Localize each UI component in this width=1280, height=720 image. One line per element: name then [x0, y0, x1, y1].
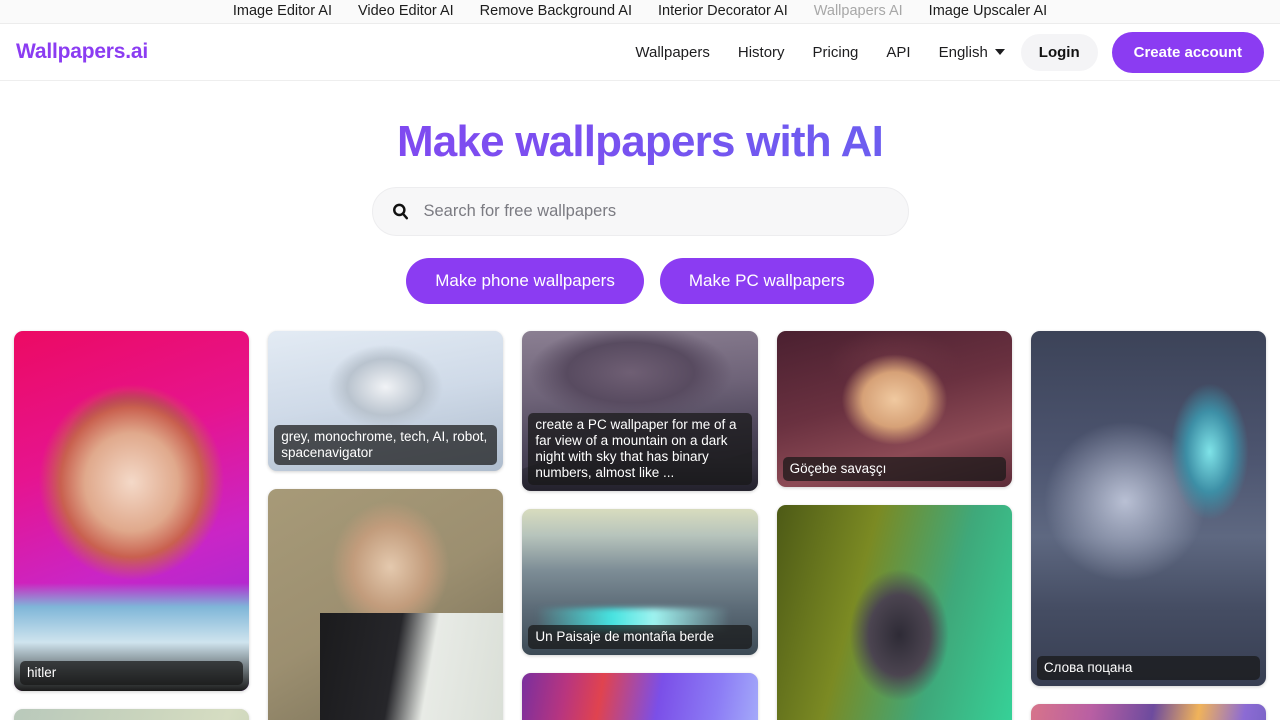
- search-bar[interactable]: [371, 186, 909, 236]
- cta-button-row: Make phone wallpapers Make PC wallpapers: [0, 257, 1280, 304]
- product-link-5[interactable]: Image Upscaler AI: [929, 4, 1047, 19]
- product-link-1[interactable]: Video Editor AI: [358, 4, 454, 19]
- wallpaper-caption: create a PC wallpaper for me of a far vi…: [528, 412, 752, 485]
- wallpaper-caption: Un Paisaje de montaña berde: [528, 624, 752, 649]
- language-selector[interactable]: English: [925, 44, 1017, 61]
- nav-item-api[interactable]: API: [872, 44, 924, 61]
- wallpaper-image: [14, 330, 250, 691]
- gallery-column-0: hitler: [14, 330, 250, 720]
- wallpaper-caption: Göçebe savaşçı: [782, 456, 1006, 481]
- search-input[interactable]: [423, 201, 890, 221]
- wallpaper-image: [1030, 330, 1267, 686]
- search-icon: [391, 202, 410, 221]
- site-header: Wallpapers.ai Wallpapers History Pricing…: [0, 24, 1280, 81]
- product-link-4[interactable]: Wallpapers AI: [814, 4, 903, 19]
- wallpaper-card[interactable]: hitler: [14, 330, 250, 691]
- wallpaper-caption: Слова поцана: [1036, 655, 1261, 680]
- wallpaper-card[interactable]: Göçebe savaşçı: [776, 330, 1012, 487]
- site-logo[interactable]: Wallpapers.ai: [16, 40, 148, 64]
- wallpaper-image: [776, 504, 1012, 720]
- gallery-column-1: grey, monochrome, tech, AI, robot, space…: [268, 330, 504, 720]
- gallery-column-2: create a PC wallpaper for me of a far vi…: [522, 330, 758, 720]
- wallpaper-image: [522, 672, 758, 720]
- nav-item-history[interactable]: History: [724, 44, 799, 61]
- wallpaper-image: [14, 708, 250, 720]
- wallpaper-card[interactable]: [1030, 703, 1267, 720]
- wallpaper-gallery: hitler grey, monochrome, tech, AI, robot,…: [0, 330, 1280, 720]
- product-link-0[interactable]: Image Editor AI: [233, 4, 332, 19]
- create-account-button[interactable]: Create account: [1111, 31, 1264, 73]
- wallpaper-image: [1030, 703, 1267, 720]
- wallpaper-card[interactable]: [268, 488, 504, 720]
- nav-item-pricing[interactable]: Pricing: [799, 44, 873, 61]
- gallery-column-4: Слова поцана: [1030, 330, 1267, 720]
- wallpaper-caption: hitler: [20, 660, 244, 685]
- wallpaper-card[interactable]: grey, monochrome, tech, AI, robot, space…: [268, 330, 504, 471]
- language-label: English: [938, 43, 988, 61]
- wallpaper-card[interactable]: [776, 504, 1012, 720]
- hero-section: Make wallpapers with AI Make phone wallp…: [0, 81, 1280, 304]
- gallery-column-3: Göçebe savaşçı: [776, 330, 1012, 720]
- wallpaper-card[interactable]: Un Paisaje de montaña berde: [522, 508, 758, 655]
- make-pc-wallpapers-button[interactable]: Make PC wallpapers: [659, 257, 874, 304]
- login-button[interactable]: Login: [1020, 33, 1098, 71]
- wallpaper-card[interactable]: [522, 672, 758, 720]
- main-nav: Wallpapers History Pricing API English L…: [621, 31, 1264, 73]
- chevron-down-icon: [994, 49, 1005, 55]
- wallpaper-caption: grey, monochrome, tech, AI, robot, space…: [274, 424, 498, 465]
- product-switcher-bar: Image Editor AI Video Editor AI Remove Bac…: [0, 0, 1280, 24]
- wallpaper-image: [268, 488, 504, 720]
- wallpaper-card[interactable]: create a PC wallpaper for me of a far vi…: [522, 330, 758, 491]
- make-phone-wallpapers-button[interactable]: Make phone wallpapers: [406, 257, 644, 304]
- nav-item-wallpapers[interactable]: Wallpapers: [621, 44, 723, 61]
- wallpaper-card[interactable]: [14, 708, 250, 720]
- page-title: Make wallpapers with AI: [0, 117, 1280, 168]
- product-link-2[interactable]: Remove Background AI: [480, 4, 632, 19]
- wallpaper-card[interactable]: Слова поцана: [1030, 330, 1267, 686]
- product-link-3[interactable]: Interior Decorator AI: [658, 4, 788, 19]
